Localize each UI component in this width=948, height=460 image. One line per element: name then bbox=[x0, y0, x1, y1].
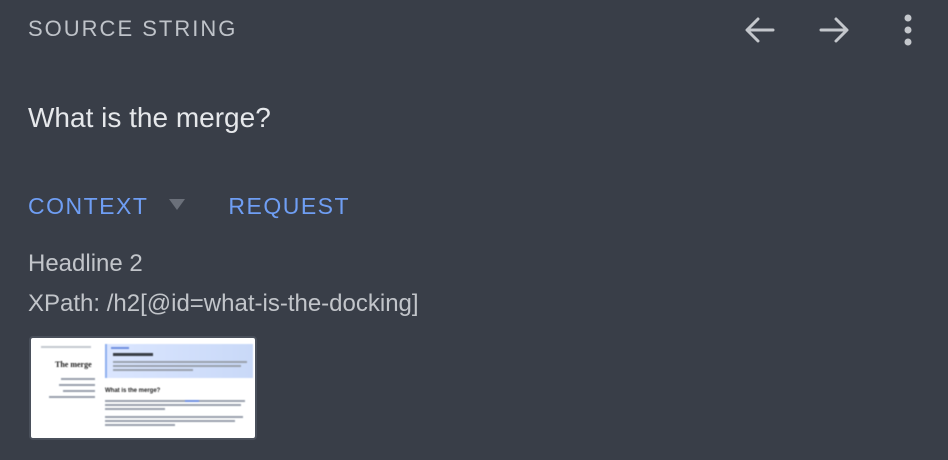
triangle-down-icon bbox=[168, 197, 186, 216]
toolbar bbox=[740, 10, 928, 50]
previous-button[interactable] bbox=[740, 10, 780, 50]
element-type: Headline 2 bbox=[28, 250, 143, 277]
tab-bar: CONTEXT REQUEST bbox=[28, 192, 350, 220]
tab-request[interactable]: REQUEST bbox=[228, 193, 350, 220]
panel-title: SOURCE STRING bbox=[28, 16, 238, 41]
xpath-value: XPath: /h2[@id=what-is-the-docking] bbox=[28, 290, 419, 317]
preview-section-heading: What is the merge? bbox=[105, 388, 161, 394]
arrow-left-icon bbox=[742, 12, 778, 48]
context-screenshot-thumbnail[interactable]: The merge What is the merge? bbox=[29, 336, 257, 440]
context-dropdown-toggle[interactable] bbox=[162, 192, 192, 220]
screenshot-preview: The merge What is the merge? bbox=[35, 342, 253, 434]
next-button[interactable] bbox=[814, 10, 854, 50]
preview-highlight bbox=[105, 344, 253, 378]
more-vertical-icon bbox=[902, 12, 914, 48]
preview-sidebar: The merge bbox=[39, 346, 99, 426]
preview-page-title: The merge bbox=[55, 360, 92, 369]
tab-context[interactable]: CONTEXT bbox=[28, 193, 148, 220]
source-string-panel: SOURCE STRING What is the merge? CONTEXT… bbox=[0, 0, 948, 460]
context-details: Headline 2 XPath: /h2[@id=what-is-the-do… bbox=[28, 244, 419, 324]
source-string-text: What is the merge? bbox=[28, 102, 271, 133]
more-options-button[interactable] bbox=[888, 10, 928, 50]
arrow-right-icon bbox=[816, 12, 852, 48]
preview-content: What is the merge? bbox=[105, 344, 253, 432]
